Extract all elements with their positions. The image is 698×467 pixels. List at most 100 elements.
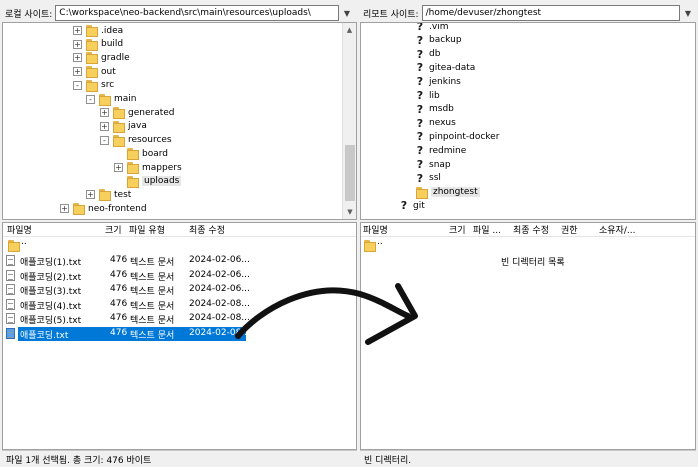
list-item-parent[interactable]: .. (363, 237, 683, 253)
tree-item-label: .vim (429, 22, 449, 32)
col-type[interactable]: 파일 유형 (129, 223, 165, 236)
tree-item[interactable]: ? jenkins (415, 75, 461, 88)
tree-item-label: main (114, 94, 137, 104)
folder-icon (363, 240, 376, 252)
tree-item[interactable]: + .idea (73, 24, 123, 37)
unknown-folder-icon: ? (416, 102, 424, 116)
tree-item[interactable]: ? db (415, 48, 441, 61)
expand-icon[interactable]: + (100, 121, 109, 131)
tree-item-label: mappers (142, 162, 182, 173)
tree-item[interactable]: + out (73, 65, 116, 79)
tree-item[interactable]: + mappers (114, 161, 182, 174)
expand-icon[interactable]: + (73, 26, 82, 35)
text-file-icon (6, 255, 15, 266)
tree-item-label: neo-frontend (88, 203, 147, 214)
folder-icon (72, 203, 85, 216)
tree-item[interactable]: + gradle (73, 51, 130, 65)
expand-icon[interactable]: + (73, 53, 82, 63)
col-size[interactable]: 크기 (449, 223, 466, 236)
tree-item[interactable]: board (114, 147, 168, 161)
local-column-header: 파일명 ^ 크기 파일 유형 최종 수정 (3, 223, 356, 237)
cell-size: 476 (110, 298, 128, 309)
table-row[interactable]: 애플코딩.txt 476 텍스트 문서 2024-02-08... (6, 327, 250, 341)
tree-item-label: generated (128, 107, 175, 118)
text-file-icon (6, 284, 15, 296)
tree-item-label: snap (429, 159, 451, 170)
scroll-down-arrow-icon[interactable]: ▼ (343, 205, 356, 219)
expand-icon[interactable]: + (86, 190, 95, 200)
local-tree-pane[interactable]: + .idea + build + gradle + out - src - main + generat… (2, 22, 357, 220)
expand-icon[interactable]: + (114, 163, 123, 172)
expand-icon[interactable]: + (73, 39, 82, 49)
scroll-up-arrow-icon[interactable]: ▲ (343, 23, 356, 37)
folder-icon (415, 186, 428, 199)
table-row[interactable]: 애플코딩(1).txt 476 텍스트 문서 2024-02-06... (6, 254, 250, 268)
tree-item[interactable]: + test (86, 188, 131, 202)
tree-item[interactable]: ? .vim (415, 22, 449, 33)
tree-item[interactable]: ? git (399, 199, 425, 212)
tree-item[interactable]: + build (73, 38, 123, 51)
expand-icon[interactable]: + (73, 67, 82, 77)
col-owner[interactable]: 소유자/... (599, 223, 635, 236)
local-file-list[interactable]: 파일명 ^ 크기 파일 유형 최종 수정 .. 애플코딩(1).txt 476 텍스… (2, 222, 357, 450)
remote-tree-pane[interactable]: ? .vim ? backup? db? gitea-data? jenkins? lib? m… (360, 22, 696, 220)
tree-item[interactable]: - main (86, 93, 137, 106)
tree-item[interactable]: uploads (114, 175, 182, 188)
folder-icon (85, 66, 98, 79)
table-row[interactable]: 애플코딩(4).txt 476 텍스트 문서 2024-02-08... (6, 298, 250, 312)
local-path-input[interactable]: C:\workspace\neo-backend\src\main\resour… (55, 5, 339, 21)
tree-item[interactable]: + generated (100, 106, 175, 120)
tree-item[interactable]: + neo-frontend (60, 202, 147, 216)
tree-item[interactable]: - resources (100, 134, 172, 147)
collapse-icon[interactable]: - (100, 135, 109, 145)
table-row[interactable]: 애플코딩(3).txt 476 텍스트 문서 2024-02-06... (6, 283, 250, 297)
tree-item[interactable]: zhongtest (415, 186, 480, 199)
tree-item[interactable]: ? redmine (415, 144, 466, 157)
cell-type: 텍스트 문서 (130, 316, 175, 327)
tree-item-label: nexus (429, 118, 456, 129)
scroll-thumb[interactable] (345, 145, 355, 201)
folder-icon (98, 93, 111, 106)
collapse-icon[interactable]: - (73, 80, 82, 90)
unknown-folder-icon: ? (416, 22, 424, 33)
col-size[interactable]: 크기 (105, 223, 122, 236)
tree-item[interactable]: ? lib (415, 89, 440, 102)
tree-item-label: out (101, 66, 116, 77)
collapse-icon[interactable]: - (86, 94, 95, 104)
tree-item[interactable]: + java (100, 120, 147, 133)
expand-icon[interactable]: + (100, 108, 109, 118)
tree-item[interactable]: ? gitea-data (415, 61, 476, 74)
col-name[interactable]: 파일명 (7, 223, 32, 236)
chevron-down-icon[interactable]: ▼ (680, 5, 696, 21)
list-item-parent[interactable]: .. (7, 237, 347, 253)
tree-item-label: uploads (142, 176, 182, 187)
expand-icon[interactable]: + (60, 204, 69, 214)
chevron-down-icon[interactable]: ▼ (339, 5, 355, 21)
col-modified[interactable]: 최종 수정 (513, 223, 549, 236)
tree-item[interactable]: ? backup (415, 34, 462, 47)
cell-name: 애플코딩(5).txt (20, 316, 82, 327)
tree-item-label: redmine (429, 145, 467, 156)
col-name[interactable]: 파일명 (363, 223, 388, 236)
tree-item[interactable]: ? nexus (415, 117, 456, 130)
tree-item[interactable]: ? snap (415, 158, 451, 171)
tree-item[interactable]: ? msdb (415, 103, 454, 116)
folder-icon (85, 52, 98, 65)
cell-name: 애플코딩.txt (20, 331, 69, 341)
cell-size: 476 (110, 284, 128, 295)
unknown-folder-icon: ? (400, 199, 408, 213)
col-permissions[interactable]: 권한 (561, 223, 578, 236)
remote-path-input[interactable]: /home/devuser/zhongtest (421, 5, 680, 21)
cell-size: 476 (110, 269, 128, 280)
local-tree-scrollbar[interactable]: ▲ ▼ (342, 23, 356, 219)
table-row[interactable]: 애플코딩(5).txt 476 텍스트 문서 2024-02-08... (6, 312, 250, 327)
col-type[interactable]: 파일 ... (473, 223, 501, 236)
table-row[interactable]: 애플코딩(2).txt 476 텍스트 문서 2024-02-06... (6, 269, 250, 283)
tree-item[interactable]: ? ssl (415, 172, 441, 185)
tree-item[interactable]: - src (73, 79, 114, 92)
remote-file-list[interactable]: 파일명 ^ 크기 파일 ... 최종 수정 권한 소유자/... .. 빈 디렉… (360, 222, 696, 450)
tree-item[interactable]: ? pinpoint-docker (415, 130, 500, 143)
tree-item-label: gradle (101, 52, 130, 63)
col-modified[interactable]: 최종 수정 (189, 223, 225, 236)
text-file-icon (6, 298, 15, 310)
